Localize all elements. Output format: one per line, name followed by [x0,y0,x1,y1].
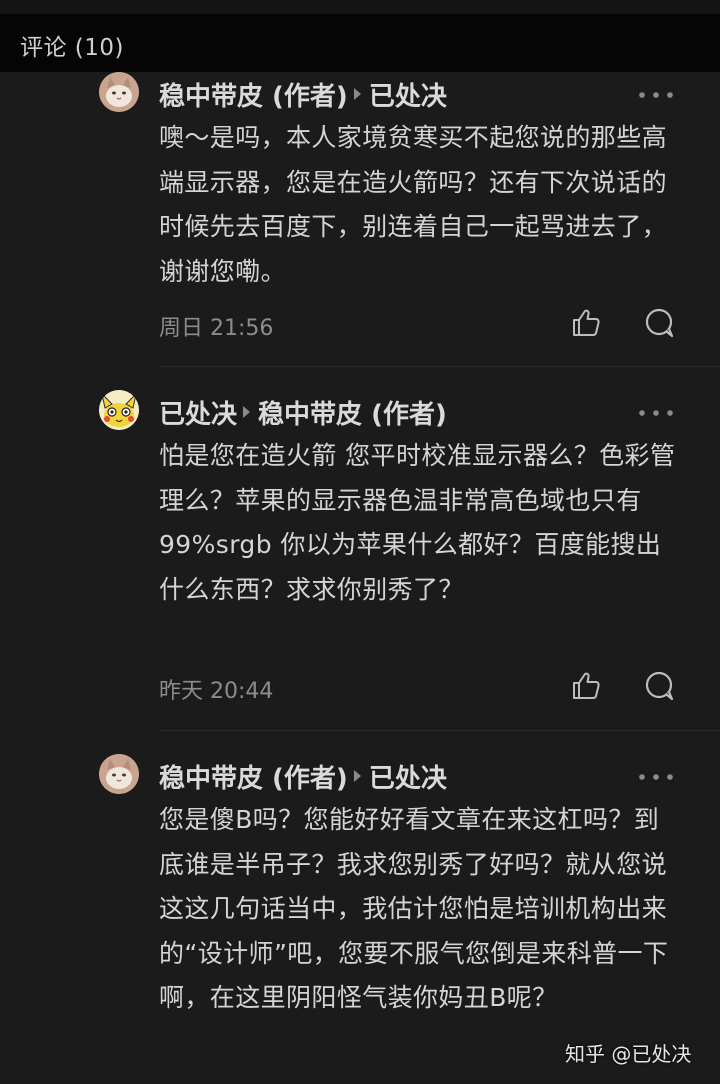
reply-to-name[interactable]: 已处决 [369,76,447,113]
zhihu-watermark: 知乎 @已处决 [565,1042,692,1066]
comment-time: 昨天 20:44 [159,679,274,704]
author-name[interactable]: 已处决 [159,394,237,431]
reply-arrow-icon [353,770,361,782]
comment-text: 您是傻B吗？您能好好看文章在来这杠吗？到底谁是半吊子？我求您别秀了好吗？就从您说… [159,805,669,1012]
more-options-icon[interactable] [638,772,674,782]
comment-author-line: 稳中带皮 (作者) 已处决 [159,756,447,796]
pikachu-avatar-icon [99,390,139,430]
comment-divider [159,366,720,367]
reply-to-name[interactable]: 已处决 [369,758,447,795]
more-options-icon[interactable] [638,90,674,100]
reply-to-name[interactable]: 稳中带皮 (作者) [258,394,447,431]
comment-author-line: 已处决 稳中带皮 (作者) [159,392,447,432]
author-avatar[interactable] [99,72,139,112]
like-icon[interactable] [570,670,602,702]
cat-avatar-icon [99,754,139,794]
reply-arrow-icon [243,406,251,418]
comment-text: 怕是您在造火箭 您平时校准显示器么？色彩管理么？苹果的显示器色温非常高色域也只有… [159,441,676,604]
comments-header: 评论 (10) [0,14,720,72]
reply-icon[interactable] [644,307,676,339]
page-title: 评论 (10) [20,35,125,61]
status-bar [0,0,720,14]
author-name[interactable]: 稳中带皮 (作者) [159,76,348,113]
reply-arrow-icon [353,88,361,100]
author-avatar[interactable] [99,390,139,430]
author-avatar[interactable] [99,754,139,794]
comment-author-line: 稳中带皮 (作者) 已处决 [159,74,447,114]
comment-text: 噢～是吗，本人家境贫寒买不起您说的那些高端显示器，您是在造火箭吗？还有下次说话的… [159,123,668,286]
cat-avatar-icon [99,72,139,112]
author-name[interactable]: 稳中带皮 (作者) [159,758,348,795]
reply-icon[interactable] [644,670,676,702]
more-options-icon[interactable] [638,408,674,418]
comment-divider [159,730,720,731]
comment-list[interactable]: 稳中带皮 (作者) 已处决 噢～是吗，本人家境贫寒买不起您说的那些高端显示器，您… [0,72,720,1084]
like-icon[interactable] [570,307,602,339]
comment-time: 周日 21:56 [159,316,274,341]
